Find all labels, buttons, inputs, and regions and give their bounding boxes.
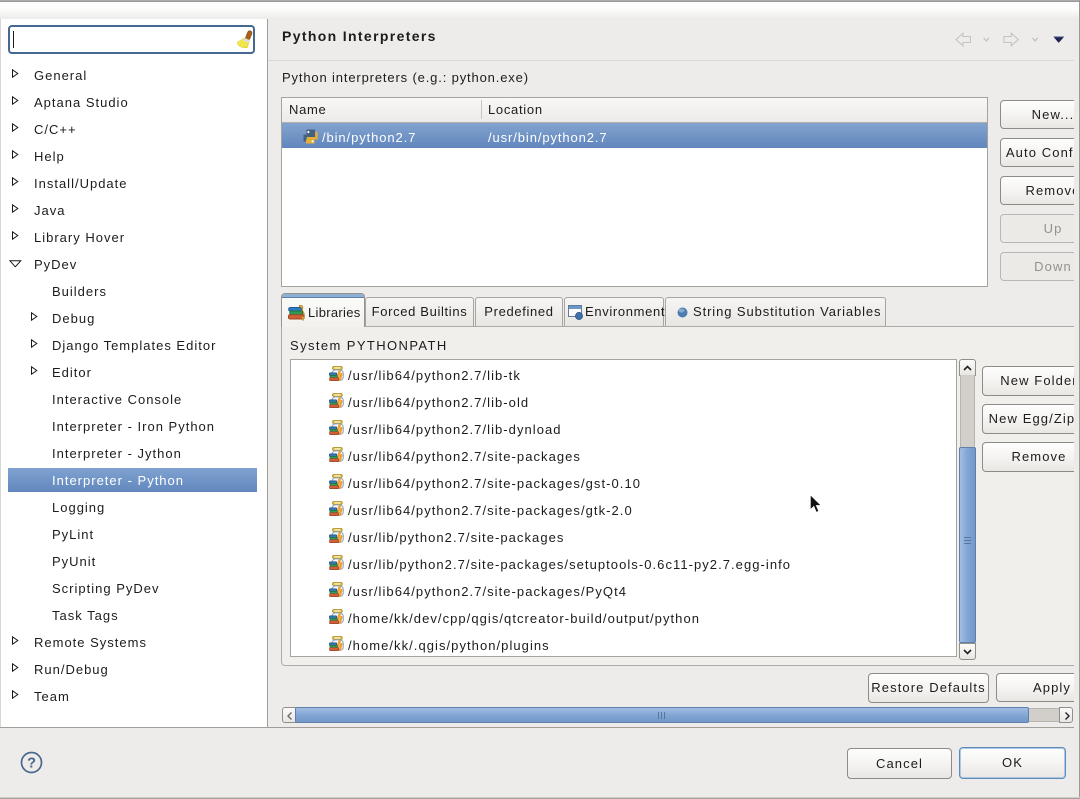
svg-text:?: ? <box>27 756 36 772</box>
